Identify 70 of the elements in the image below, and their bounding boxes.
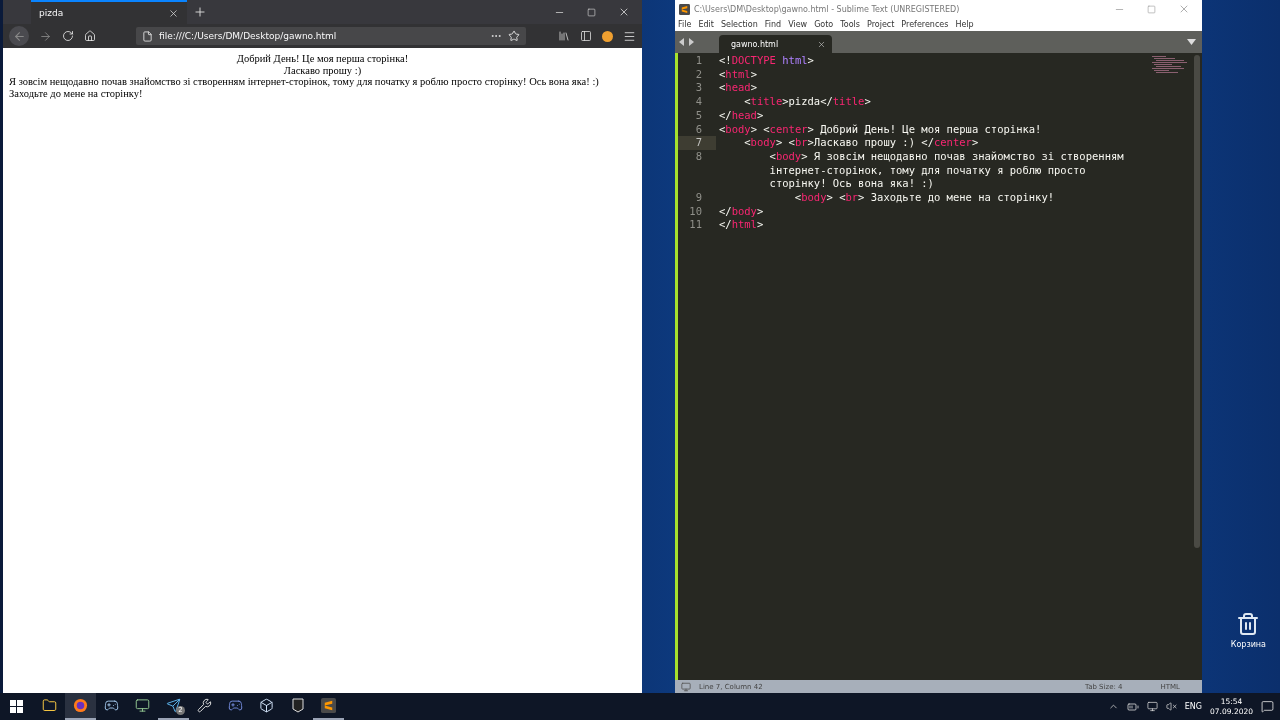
notification-icon[interactable]: [1261, 700, 1274, 713]
code-line: <body> <br> Заходьте до мене на сторінку!: [793, 191, 1055, 205]
code-line: <body> <center> Добрий День! Це моя перша сторінка!: [719, 122, 1042, 137]
menu-item[interactable]: Tools: [840, 20, 860, 29]
plus-icon[interactable]: [193, 5, 207, 19]
menu-item[interactable]: Find: [764, 20, 782, 29]
line-number: 9: [694, 191, 703, 205]
code-line: </html>: [719, 218, 764, 233]
icon-label[interactable]: Корзина: [1230, 640, 1266, 649]
gamepad-icon[interactable]: [228, 698, 243, 713]
address-bar[interactable]: file:///C:/Users/DM/Desktop/gawno.html: [136, 27, 526, 45]
line-number: 7: [678, 136, 716, 150]
reload-icon[interactable]: [62, 30, 74, 42]
recycle-bin-icon[interactable]: [1236, 612, 1261, 636]
menu-item[interactable]: Edit: [698, 20, 714, 29]
close-icon[interactable]: [168, 7, 179, 19]
cube-icon[interactable]: [259, 698, 274, 713]
page-text: Заходьте до мене на сторінку!: [9, 87, 144, 99]
dropdown-icon[interactable]: [1187, 39, 1196, 45]
close-icon[interactable]: [618, 6, 630, 18]
menu-item[interactable]: Help: [955, 20, 974, 29]
close-icon[interactable]: [817, 39, 826, 49]
sidebar-icon[interactable]: [580, 30, 592, 42]
home-icon[interactable]: [84, 30, 96, 42]
page-text: Я зовсім нещодавно почав знайомство зі створенням інтернет-сторінок, тому для початку я роблю просто сторінку! Ось вона яка! :): [9, 76, 600, 88]
shield-icon[interactable]: [291, 698, 304, 713]
menu-item[interactable]: Goto: [814, 20, 834, 29]
code-line: <head>: [719, 81, 757, 96]
line-number: 10: [688, 204, 703, 219]
menu-item[interactable]: Selection: [720, 20, 758, 29]
line-number: 3: [694, 81, 703, 96]
menu-icon[interactable]: [623, 29, 636, 43]
line-number: 5: [694, 108, 703, 123]
line-number: 11: [688, 218, 703, 233]
code-line: сторінку! Ось вона яка! :): [768, 177, 934, 192]
menu-item[interactable]: Preferences: [901, 20, 949, 29]
line-number: 4: [694, 95, 703, 109]
code-line: <html>: [719, 67, 757, 82]
code-line: інтернет-сторінок, тому для початку я роблю просто: [768, 163, 1086, 178]
avatar-icon[interactable]: [602, 30, 613, 42]
code-line: <!DOCTYPE html>: [719, 54, 814, 68]
library-icon[interactable]: [558, 30, 570, 42]
mute-icon[interactable]: [1165, 701, 1177, 712]
code-line: <title>pizda</title>: [743, 95, 871, 109]
menu-item[interactable]: Project: [867, 20, 895, 29]
folder-icon[interactable]: [42, 698, 57, 713]
browser-tab[interactable]: pizda: [31, 0, 187, 24]
editor-tab[interactable]: gawno.html: [719, 35, 832, 53]
wrench-icon[interactable]: [197, 698, 212, 713]
window-title: C:\Users\DM\Desktop\gawno.html - Sublime Text (UNREGISTERED): [694, 4, 960, 14]
code-line: <body> <br>Ласкаво прошу :) </center>: [743, 136, 979, 150]
line-number: 1: [694, 54, 703, 68]
page-text: Добрий День! Це моя перша сторінка!: [235, 53, 410, 65]
language-indicator[interactable]: ENG: [1184, 702, 1203, 711]
code-line: <body> Я зовсім нещодавно почав знайомство зі створенням: [768, 149, 1124, 164]
tab-arrows-icon[interactable]: [679, 38, 695, 46]
forward-icon[interactable]: [39, 29, 52, 43]
code-line: </body>: [719, 204, 764, 219]
battery-icon[interactable]: [1126, 700, 1139, 713]
windows-icon[interactable]: [10, 700, 23, 713]
line-number: 6: [694, 122, 703, 137]
send-icon[interactable]: [166, 698, 181, 713]
line-number: 8: [694, 149, 703, 164]
menu-item[interactable]: View: [788, 20, 808, 29]
page-text: Ласкаво прошу :): [282, 64, 363, 76]
menu-item[interactable]: File: [678, 20, 692, 29]
monitor-icon[interactable]: [135, 698, 150, 713]
line-number: 2: [694, 67, 703, 82]
gamepad-icon[interactable]: [104, 698, 119, 713]
code-line: </head>: [719, 108, 764, 123]
